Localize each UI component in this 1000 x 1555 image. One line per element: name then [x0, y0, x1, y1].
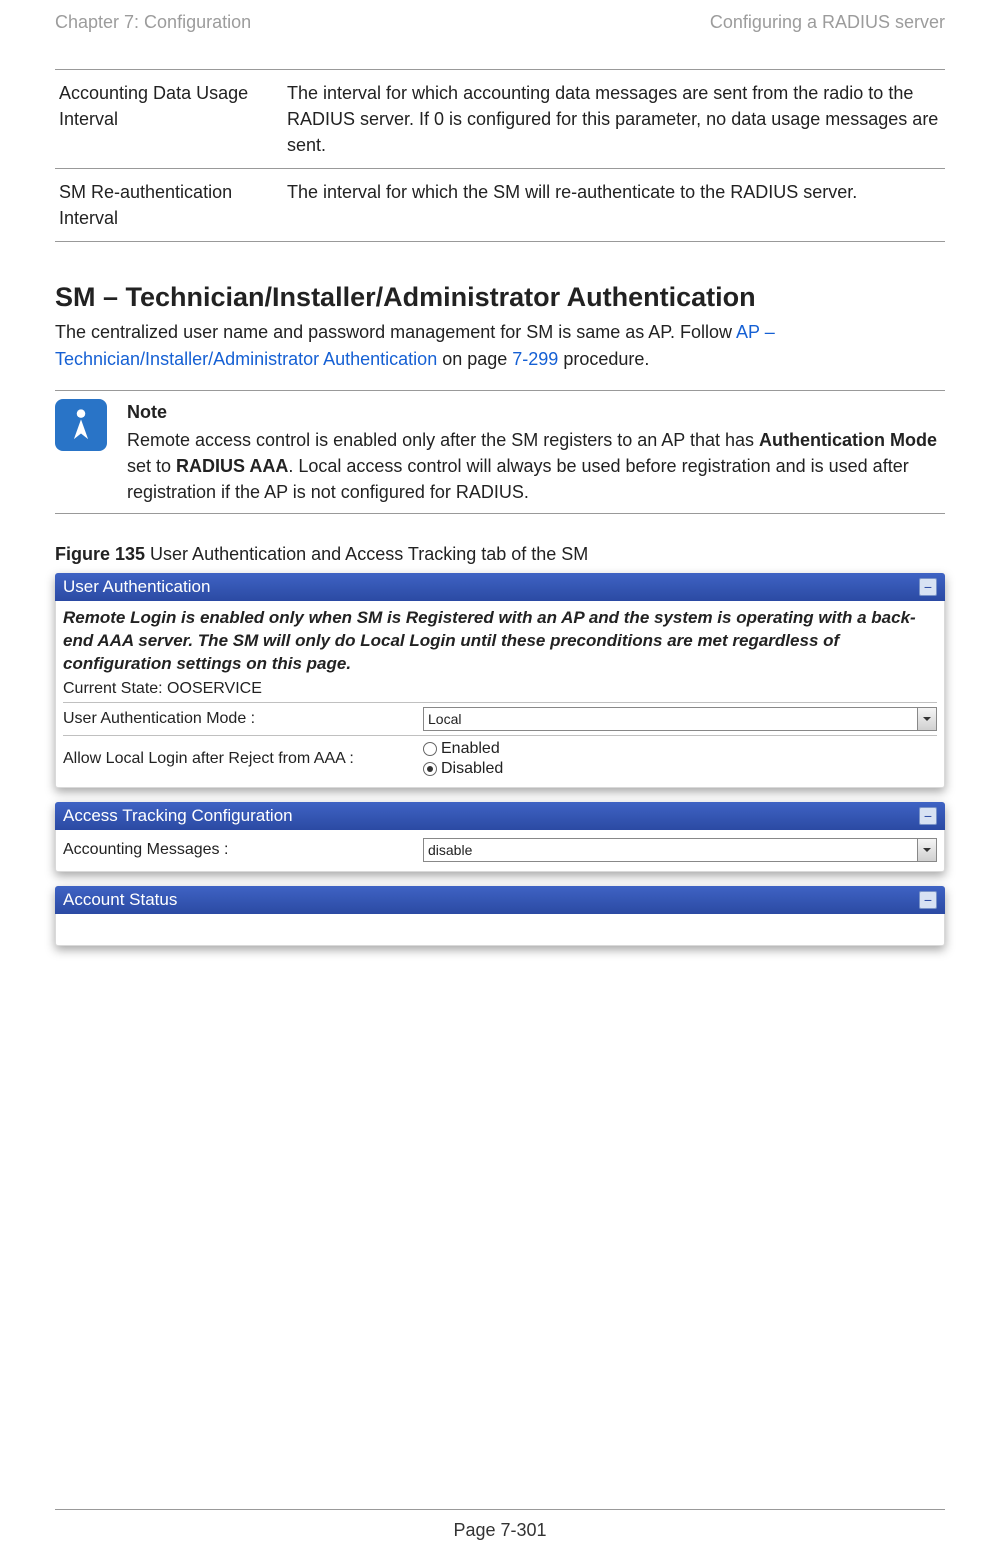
panel-account-status: Account Status − — [55, 886, 945, 946]
param-desc: The interval for which accounting data m… — [283, 70, 945, 169]
state-value: OOSERVICE — [167, 680, 262, 697]
chevron-down-icon[interactable] — [917, 708, 936, 730]
collapse-icon[interactable]: − — [919, 891, 937, 909]
param-name: Accounting Data Usage Interval — [55, 70, 283, 169]
current-state-line: Current State: OOSERVICE — [63, 680, 937, 703]
radio-disabled[interactable]: Disabled — [423, 760, 937, 778]
panel-title: User Authentication — [63, 577, 210, 597]
note-body: Remote access control is enabled only af… — [127, 427, 945, 505]
row-auth-mode: User Authentication Mode : Local — [63, 703, 937, 735]
page-number: Page 7-301 — [453, 1520, 546, 1540]
note-bold: RADIUS AAA — [176, 456, 288, 476]
field-label: User Authentication Mode : — [63, 710, 423, 728]
field-label: Accounting Messages : — [63, 841, 423, 859]
accounting-messages-dropdown[interactable]: disable — [423, 838, 937, 862]
figure-number: Figure 135 — [55, 544, 145, 564]
radio-icon[interactable] — [423, 762, 437, 776]
parameters-table: Accounting Data Usage Interval The inter… — [55, 69, 945, 242]
figure-caption: Figure 135 User Authentication and Acces… — [55, 544, 945, 565]
panel-header[interactable]: Access Tracking Configuration − — [55, 802, 945, 830]
para-text: on page — [437, 349, 512, 369]
radio-enabled[interactable]: Enabled — [423, 740, 937, 758]
field-label: Allow Local Login after Reject from AAA … — [63, 750, 423, 768]
table-row: Accounting Data Usage Interval The inter… — [55, 70, 945, 169]
panel-header[interactable]: Account Status − — [55, 886, 945, 914]
row-allow-local: Allow Local Login after Reject from AAA … — [63, 735, 937, 782]
panel-header[interactable]: User Authentication − — [55, 573, 945, 601]
page-reference-link[interactable]: 7-299 — [512, 349, 558, 369]
note-text: Remote access control is enabled only af… — [127, 430, 759, 450]
table-row: SM Re-authentication Interval The interv… — [55, 169, 945, 242]
section-paragraph: The centralized user name and password m… — [55, 319, 945, 371]
radio-label: Disabled — [441, 760, 503, 778]
figure-text: User Authentication and Access Tracking … — [145, 544, 588, 564]
radio-label: Enabled — [441, 740, 500, 758]
header-chapter: Chapter 7: Configuration — [55, 12, 251, 33]
panel-access-tracking: Access Tracking Configuration − Accounti… — [55, 802, 945, 872]
section-heading: SM – Technician/Installer/Administrator … — [55, 282, 945, 313]
auth-mode-dropdown[interactable]: Local — [423, 707, 937, 731]
panel-title: Access Tracking Configuration — [63, 806, 293, 826]
note-bold: Authentication Mode — [759, 430, 937, 450]
collapse-icon[interactable]: − — [919, 807, 937, 825]
dropdown-value: disable — [428, 842, 472, 858]
chevron-down-icon[interactable] — [917, 839, 936, 861]
note-title: Note — [127, 399, 945, 425]
dropdown-value: Local — [428, 711, 461, 727]
note-block: Note Remote access control is enabled on… — [55, 390, 945, 514]
embedded-screenshot: User Authentication − Remote Login is en… — [55, 573, 945, 946]
param-name: SM Re-authentication Interval — [55, 169, 283, 242]
page-footer: Page 7-301 — [0, 1509, 1000, 1541]
panel-user-authentication: User Authentication − Remote Login is en… — [55, 573, 945, 788]
panel-title: Account Status — [63, 890, 177, 910]
panel-body-empty — [55, 914, 945, 946]
param-desc: The interval for which the SM will re-au… — [283, 169, 945, 242]
header-topic: Configuring a RADIUS server — [710, 12, 945, 33]
collapse-icon[interactable]: − — [919, 578, 937, 596]
note-icon — [55, 399, 107, 451]
panel-info-text: Remote Login is enabled only when SM is … — [63, 607, 937, 676]
row-accounting-messages: Accounting Messages : disable — [63, 834, 937, 866]
para-text: procedure. — [558, 349, 649, 369]
radio-icon[interactable] — [423, 742, 437, 756]
para-text: The centralized user name and password m… — [55, 322, 736, 342]
note-text: set to — [127, 456, 176, 476]
page-header: Chapter 7: Configuration Configuring a R… — [55, 12, 945, 33]
state-label: Current State: — [63, 680, 167, 697]
